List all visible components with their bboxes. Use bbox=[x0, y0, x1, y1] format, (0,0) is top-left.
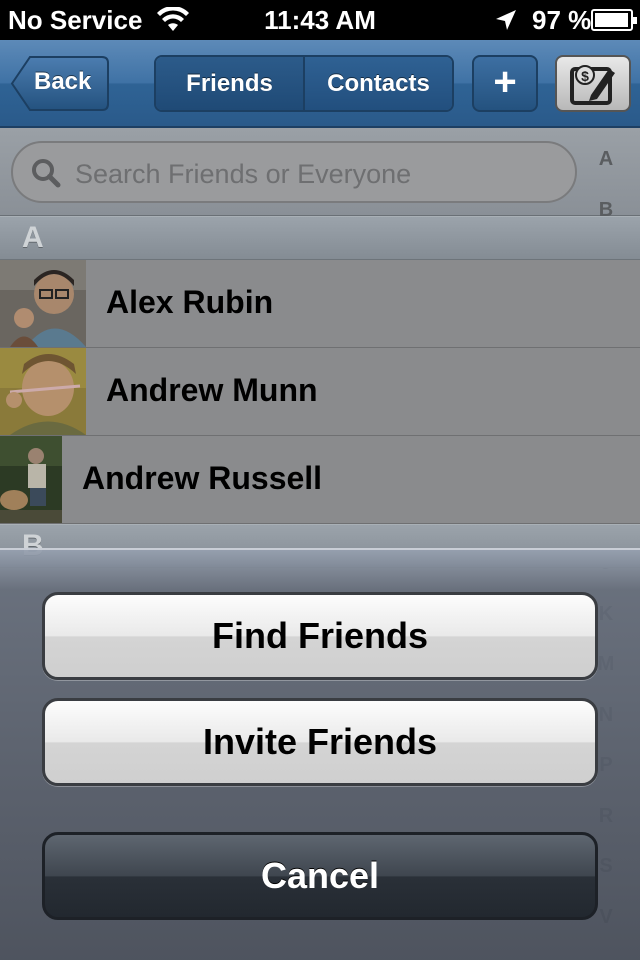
compose-payment-button[interactable]: $ bbox=[555, 55, 631, 112]
friends-contacts-segmented-control: Friends Contacts bbox=[154, 55, 454, 112]
action-sheet: Find Friends Invite Friends Cancel bbox=[0, 548, 640, 960]
battery-percent: 97 % bbox=[532, 5, 592, 35]
section-header-a: A bbox=[0, 216, 640, 260]
add-button[interactable]: + bbox=[472, 55, 538, 112]
battery-icon bbox=[591, 9, 637, 31]
search-input[interactable]: Search Friends or Everyone bbox=[11, 141, 577, 203]
back-button[interactable]: Back bbox=[10, 55, 110, 112]
cancel-button[interactable]: Cancel bbox=[42, 832, 598, 920]
avatar bbox=[0, 436, 62, 523]
friend-name: Andrew Russell bbox=[82, 460, 323, 496]
list-item[interactable]: Andrew Russell bbox=[0, 436, 640, 524]
friend-name: Andrew Munn bbox=[106, 372, 318, 408]
index-letter[interactable]: A bbox=[586, 148, 626, 199]
back-button-label: Back bbox=[34, 68, 92, 95]
navigation-bar: Back Friends Contacts + $ bbox=[0, 40, 640, 128]
status-bar: No Service 11:43 AM 97 % bbox=[0, 0, 640, 40]
search-placeholder: Search Friends or Everyone bbox=[75, 159, 412, 189]
segment-contacts[interactable]: Contacts bbox=[305, 57, 452, 110]
invite-friends-button[interactable]: Invite Friends bbox=[42, 698, 598, 786]
search-icon bbox=[32, 159, 61, 188]
avatar bbox=[0, 348, 86, 435]
svg-text:$: $ bbox=[581, 68, 589, 84]
search-bar: Search Friends or Everyone bbox=[0, 128, 640, 216]
avatar bbox=[0, 260, 86, 347]
section-letter: A bbox=[22, 221, 44, 254]
list-item[interactable]: Alex Rubin bbox=[0, 260, 640, 348]
segment-friends[interactable]: Friends bbox=[156, 57, 305, 110]
find-friends-button[interactable]: Find Friends bbox=[42, 592, 598, 680]
list-item[interactable]: Andrew Munn bbox=[0, 348, 640, 436]
location-arrow-icon bbox=[496, 10, 516, 30]
compose-payment-icon: $ bbox=[570, 65, 615, 105]
friend-name: Alex Rubin bbox=[106, 284, 274, 320]
